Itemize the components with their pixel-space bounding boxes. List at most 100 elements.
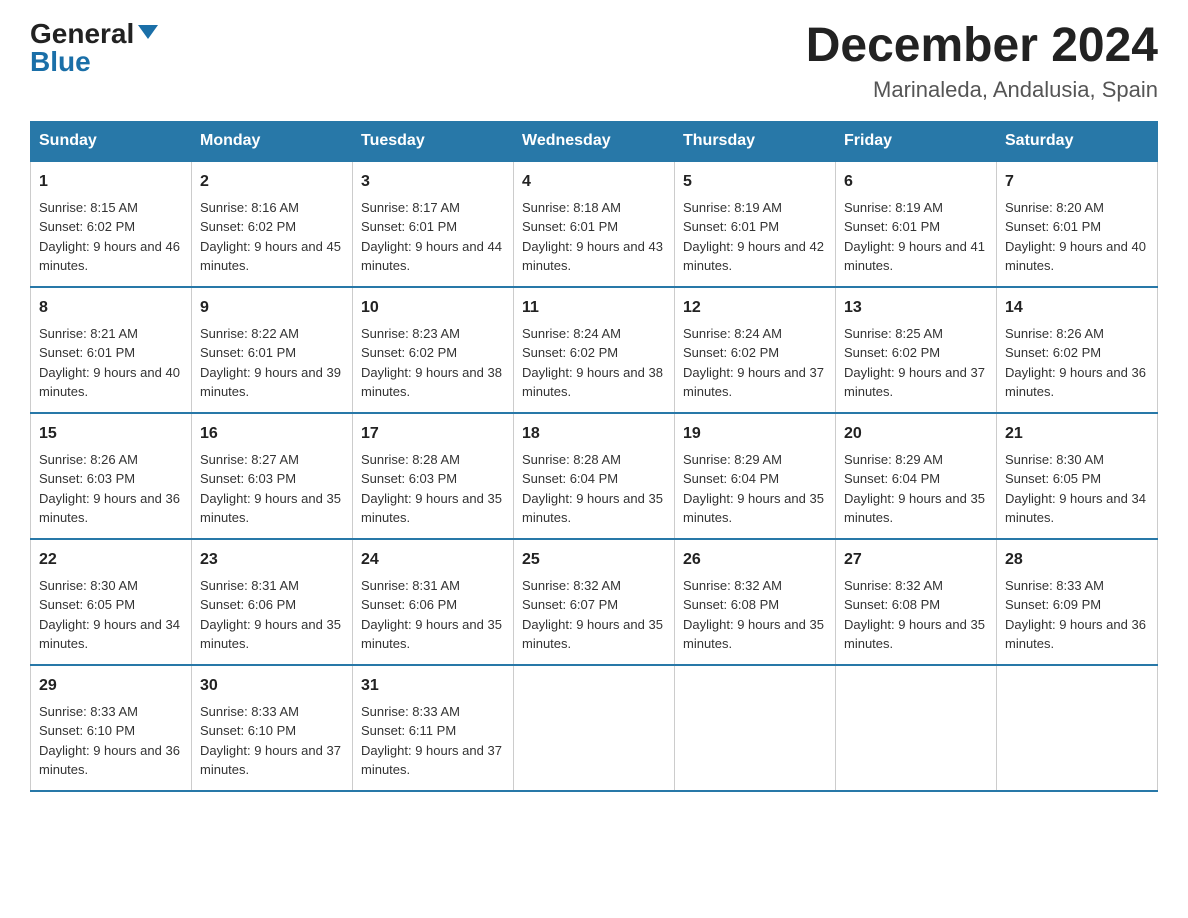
sunset-info: Sunset: 6:06 PM <box>361 597 457 612</box>
sunrise-info: Sunrise: 8:16 AM <box>200 200 299 215</box>
calendar-cell: 8Sunrise: 8:21 AMSunset: 6:01 PMDaylight… <box>31 287 192 413</box>
sunset-info: Sunset: 6:01 PM <box>844 219 940 234</box>
sunrise-info: Sunrise: 8:29 AM <box>844 452 943 467</box>
calendar-cell <box>997 665 1158 791</box>
calendar-cell: 9Sunrise: 8:22 AMSunset: 6:01 PMDaylight… <box>192 287 353 413</box>
calendar-cell: 24Sunrise: 8:31 AMSunset: 6:06 PMDayligh… <box>353 539 514 665</box>
daylight-info: Daylight: 9 hours and 37 minutes. <box>200 743 341 778</box>
daylight-info: Daylight: 9 hours and 38 minutes. <box>361 365 502 400</box>
sunrise-info: Sunrise: 8:22 AM <box>200 326 299 341</box>
sunset-info: Sunset: 6:09 PM <box>1005 597 1101 612</box>
sunrise-info: Sunrise: 8:31 AM <box>361 578 460 593</box>
sunset-info: Sunset: 6:02 PM <box>1005 345 1101 360</box>
sunrise-info: Sunrise: 8:32 AM <box>522 578 621 593</box>
calendar-cell: 7Sunrise: 8:20 AMSunset: 6:01 PMDaylight… <box>997 161 1158 287</box>
daylight-info: Daylight: 9 hours and 35 minutes. <box>361 617 502 652</box>
sunset-info: Sunset: 6:01 PM <box>1005 219 1101 234</box>
daylight-info: Daylight: 9 hours and 42 minutes. <box>683 239 824 274</box>
calendar-cell: 6Sunrise: 8:19 AMSunset: 6:01 PMDaylight… <box>836 161 997 287</box>
day-number: 18 <box>522 422 666 446</box>
calendar-cell: 30 Sunrise: 8:33 AM Sunset: 6:10 PM Dayligh… <box>192 665 353 791</box>
logo-general-text: General <box>30 20 134 48</box>
day-number: 20 <box>844 422 988 446</box>
daylight-info: Daylight: 9 hours and 35 minutes. <box>522 617 663 652</box>
sunset-info: Sunset: 6:01 PM <box>361 219 457 234</box>
calendar-week-row: 1Sunrise: 8:15 AMSunset: 6:02 PMDaylight… <box>31 161 1158 287</box>
calendar-cell: 15Sunrise: 8:26 AMSunset: 6:03 PMDayligh… <box>31 413 192 539</box>
daylight-info: Daylight: 9 hours and 46 minutes. <box>39 239 180 274</box>
day-number: 31 <box>361 674 505 698</box>
sunrise-info: Sunrise: 8:29 AM <box>683 452 782 467</box>
weekday-header-monday: Monday <box>192 121 353 161</box>
logo: General Blue <box>30 20 158 76</box>
calendar-cell: 21Sunrise: 8:30 AMSunset: 6:05 PMDayligh… <box>997 413 1158 539</box>
calendar-cell: 26Sunrise: 8:32 AMSunset: 6:08 PMDayligh… <box>675 539 836 665</box>
calendar-cell: 27Sunrise: 8:32 AMSunset: 6:08 PMDayligh… <box>836 539 997 665</box>
sunrise-info: Sunrise: 8:17 AM <box>361 200 460 215</box>
daylight-info: Daylight: 9 hours and 35 minutes. <box>522 491 663 526</box>
sunrise-info: Sunrise: 8:30 AM <box>39 578 138 593</box>
calendar-week-row: 29Sunrise: 8:33 AMSunset: 6:10 PMDayligh… <box>31 665 1158 791</box>
sunrise-info: Sunrise: 8:20 AM <box>1005 200 1104 215</box>
day-number: 13 <box>844 296 988 320</box>
calendar-cell: 17Sunrise: 8:28 AMSunset: 6:03 PMDayligh… <box>353 413 514 539</box>
sunrise-info: Sunrise: 8:33 AM <box>361 704 460 719</box>
sunset-info: Sunset: 6:05 PM <box>1005 471 1101 486</box>
calendar-cell: 19Sunrise: 8:29 AMSunset: 6:04 PMDayligh… <box>675 413 836 539</box>
daylight-info: Daylight: 9 hours and 35 minutes. <box>200 617 341 652</box>
calendar-week-row: 15Sunrise: 8:26 AMSunset: 6:03 PMDayligh… <box>31 413 1158 539</box>
calendar-cell: 11Sunrise: 8:24 AMSunset: 6:02 PMDayligh… <box>514 287 675 413</box>
daylight-info: Daylight: 9 hours and 36 minutes. <box>1005 365 1146 400</box>
sunset-info: Sunset: 6:03 PM <box>200 471 296 486</box>
day-number: 2 <box>200 170 344 194</box>
sunset-info: Sunset: 6:02 PM <box>39 219 135 234</box>
sunset-info: Sunset: 6:08 PM <box>683 597 779 612</box>
calendar-cell: 25Sunrise: 8:32 AMSunset: 6:07 PMDayligh… <box>514 539 675 665</box>
day-number: 30 <box>200 674 344 698</box>
day-number: 22 <box>39 548 183 572</box>
calendar-cell: 23Sunrise: 8:31 AMSunset: 6:06 PMDayligh… <box>192 539 353 665</box>
day-number: 17 <box>361 422 505 446</box>
sunrise-info: Sunrise: 8:19 AM <box>683 200 782 215</box>
sunset-info: Sunset: 6:06 PM <box>200 597 296 612</box>
sunset-info: Sunset: 6:01 PM <box>39 345 135 360</box>
daylight-info: Daylight: 9 hours and 35 minutes. <box>683 617 824 652</box>
sunset-info: Sunset: 6:10 PM <box>200 723 296 738</box>
calendar-cell: 20Sunrise: 8:29 AMSunset: 6:04 PMDayligh… <box>836 413 997 539</box>
calendar-cell: 1Sunrise: 8:15 AMSunset: 6:02 PMDaylight… <box>31 161 192 287</box>
daylight-info: Daylight: 9 hours and 40 minutes. <box>39 365 180 400</box>
daylight-info: Daylight: 9 hours and 37 minutes. <box>361 743 502 778</box>
sunset-info: Sunset: 6:01 PM <box>522 219 618 234</box>
weekday-header-wednesday: Wednesday <box>514 121 675 161</box>
sunset-info: Sunset: 6:04 PM <box>522 471 618 486</box>
day-number: 4 <box>522 170 666 194</box>
day-number: 28 <box>1005 548 1149 572</box>
sunrise-info: Sunrise: 8:31 AM <box>200 578 299 593</box>
sunrise-info: Sunrise: 8:24 AM <box>522 326 621 341</box>
calendar-cell: 10Sunrise: 8:23 AMSunset: 6:02 PMDayligh… <box>353 287 514 413</box>
daylight-info: Daylight: 9 hours and 45 minutes. <box>200 239 341 274</box>
calendar-cell: 22Sunrise: 8:30 AMSunset: 6:05 PMDayligh… <box>31 539 192 665</box>
calendar-cell: 28Sunrise: 8:33 AMSunset: 6:09 PMDayligh… <box>997 539 1158 665</box>
calendar-cell <box>514 665 675 791</box>
day-number: 27 <box>844 548 988 572</box>
weekday-header-thursday: Thursday <box>675 121 836 161</box>
sunset-info: Sunset: 6:05 PM <box>39 597 135 612</box>
calendar-cell: 16Sunrise: 8:27 AMSunset: 6:03 PMDayligh… <box>192 413 353 539</box>
sunrise-info: Sunrise: 8:33 AM <box>200 704 299 719</box>
weekday-header-friday: Friday <box>836 121 997 161</box>
title-block: December 2024 Marinaleda, Andalusia, Spa… <box>806 20 1158 103</box>
weekday-header-sunday: Sunday <box>31 121 192 161</box>
sunset-info: Sunset: 6:02 PM <box>200 219 296 234</box>
sunrise-info: Sunrise: 8:33 AM <box>39 704 138 719</box>
calendar-cell <box>675 665 836 791</box>
daylight-info: Daylight: 9 hours and 40 minutes. <box>1005 239 1146 274</box>
daylight-info: Daylight: 9 hours and 37 minutes. <box>844 365 985 400</box>
logo-blue-text: Blue <box>30 48 91 76</box>
sunrise-info: Sunrise: 8:27 AM <box>200 452 299 467</box>
calendar-cell: 3Sunrise: 8:17 AMSunset: 6:01 PMDaylight… <box>353 161 514 287</box>
sunset-info: Sunset: 6:07 PM <box>522 597 618 612</box>
daylight-info: Daylight: 9 hours and 36 minutes. <box>39 743 180 778</box>
sunset-info: Sunset: 6:08 PM <box>844 597 940 612</box>
sunset-info: Sunset: 6:01 PM <box>200 345 296 360</box>
